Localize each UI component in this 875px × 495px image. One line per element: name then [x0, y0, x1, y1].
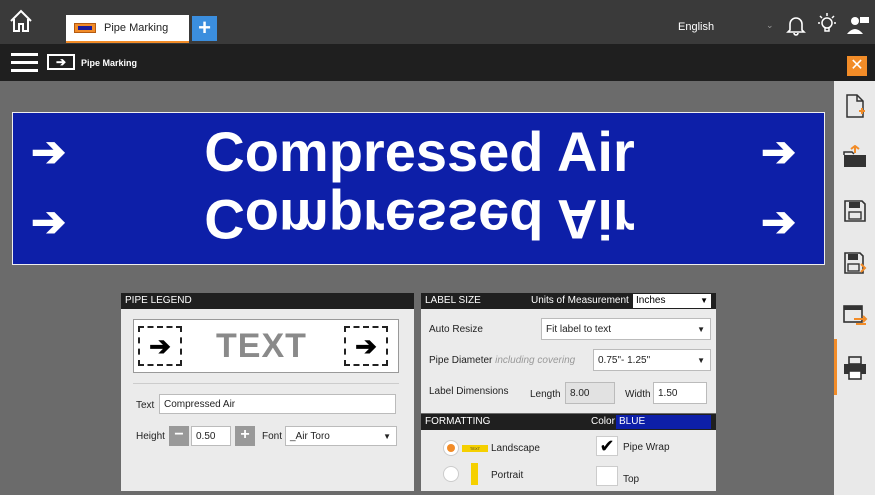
- pipe-legend-panel: PIPE LEGEND ➔ TEXT ➔ Text Compressed Air…: [121, 293, 414, 491]
- pipe-label-icon: [74, 23, 96, 33]
- panel-header: FORMATTING Color BLUE: [421, 414, 716, 430]
- hamburger-menu-icon[interactable]: [11, 53, 38, 73]
- save-icon[interactable]: [842, 198, 868, 224]
- print-icon[interactable]: [842, 355, 868, 381]
- auto-resize-label: Auto Resize: [429, 324, 483, 335]
- width-input[interactable]: 1.50: [653, 382, 707, 404]
- height-increase-button[interactable]: +: [235, 426, 255, 446]
- formatting-panel: FORMATTING Color BLUE TEXT Landscape Por…: [421, 414, 716, 491]
- bell-icon[interactable]: [786, 14, 806, 36]
- text-label: Text: [136, 400, 155, 411]
- close-button[interactable]: ✕: [847, 56, 867, 76]
- auto-resize-select[interactable]: Fit label to text ▼: [541, 318, 711, 340]
- transfer-icon[interactable]: [842, 303, 868, 329]
- portrait-tag-icon: [471, 463, 478, 485]
- length-field: 8.00: [565, 382, 615, 404]
- pipe-diameter-label: Pipe Diameter including covering: [429, 355, 576, 366]
- language-select[interactable]: English: [678, 21, 714, 33]
- legend-text-flipped: Compressed Air: [204, 188, 635, 251]
- height-input[interactable]: 0.50: [191, 426, 231, 446]
- units-select[interactable]: Inches ▼: [633, 294, 711, 308]
- chevron-down-icon[interactable]: ⌄: [766, 20, 774, 31]
- tab-label: Pipe Marking: [104, 22, 169, 34]
- color-label: Color: [591, 416, 615, 427]
- home-icon[interactable]: [8, 8, 34, 34]
- page-title: Pipe Marking: [81, 58, 138, 68]
- font-label: Font: [262, 431, 283, 442]
- pipe-marking-icon: ➔: [47, 54, 75, 70]
- pipe-wrap-checkbox[interactable]: ✔: [596, 436, 618, 456]
- font-select[interactable]: _Air Toro ▼: [285, 426, 397, 446]
- landscape-tag-icon: TEXT: [462, 445, 488, 452]
- landscape-radio[interactable]: [443, 440, 459, 456]
- top-bar: Pipe Marking + English ⌄: [0, 0, 875, 44]
- pipe-diameter-select[interactable]: 0.75"- 1.25" ▼: [593, 349, 711, 371]
- portrait-label: Portrait: [491, 470, 524, 481]
- legend-text: Compressed Air: [204, 120, 635, 183]
- units-label: Units of Measurement: [531, 295, 629, 306]
- right-arrow-slot[interactable]: ➔: [344, 326, 388, 366]
- active-indicator: [834, 339, 837, 395]
- left-arrow-slot[interactable]: ➔: [138, 326, 182, 366]
- secondary-toolbar: ➔ Pipe Marking: [0, 44, 875, 81]
- open-folder-icon[interactable]: [842, 144, 868, 171]
- landscape-label: Landscape: [491, 443, 540, 454]
- add-tab-button[interactable]: +: [192, 16, 217, 41]
- label-size-panel: LABEL SIZE Units of Measurement Inches ▼ …: [421, 293, 716, 413]
- lightbulb-icon[interactable]: [815, 12, 839, 36]
- panel-header: LABEL SIZE Units of Measurement Inches ▼: [421, 293, 716, 309]
- length-label: Length: [530, 389, 561, 400]
- color-select[interactable]: BLUE: [616, 415, 711, 429]
- portrait-radio[interactable]: [443, 466, 459, 482]
- top-checkbox[interactable]: [596, 466, 618, 486]
- label-preview[interactable]: ➔ ➔ ➔ ➔ Compressed Air Compressed Air: [12, 112, 825, 265]
- sample-text: TEXT: [216, 327, 307, 365]
- right-toolbar: [834, 81, 875, 495]
- text-input[interactable]: Compressed Air: [159, 394, 396, 414]
- legend-sample: ➔ TEXT ➔: [133, 319, 399, 373]
- divider: [133, 383, 399, 384]
- new-file-icon[interactable]: [842, 93, 868, 119]
- width-label: Width: [625, 389, 651, 400]
- save-as-icon[interactable]: [842, 250, 868, 276]
- pipe-wrap-label: Pipe Wrap: [623, 442, 670, 453]
- panel-header: PIPE LEGEND: [121, 293, 414, 309]
- height-decrease-button[interactable]: −: [169, 426, 189, 446]
- label-dimensions-label: Label Dimensions: [429, 386, 509, 397]
- top-label: Top: [623, 474, 640, 485]
- tab-pipe-marking[interactable]: Pipe Marking: [66, 15, 189, 43]
- user-icon[interactable]: [846, 14, 870, 36]
- height-label: Height: [136, 431, 165, 442]
